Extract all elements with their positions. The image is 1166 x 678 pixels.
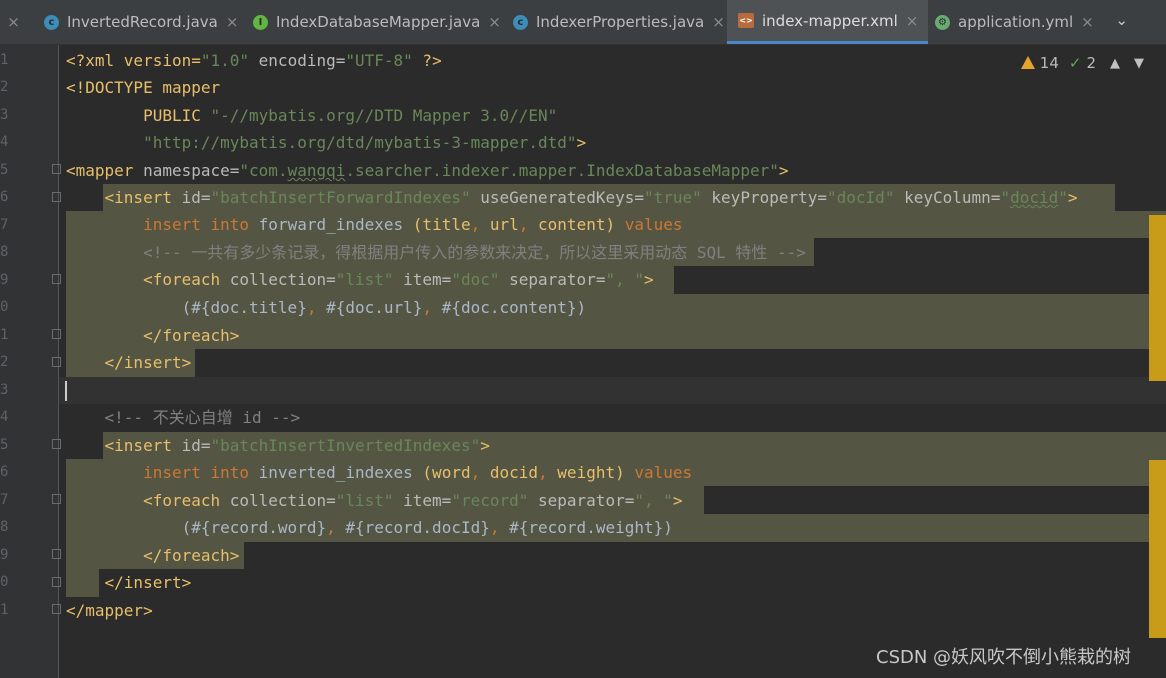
- tab-label: index-mapper.xml: [762, 11, 898, 30]
- xml-file-icon: <>: [738, 13, 754, 28]
- watermark-text: CSDN @妖风吹不倒小熊栽的树: [876, 647, 1132, 668]
- line-number: 1: [0, 602, 9, 618]
- code-editor[interactable]: <?xml version="1.0" encoding="UTF-8" ?> …: [59, 45, 1166, 678]
- code-line-1: <?xml version="1.0" encoding="UTF-8" ?>: [66, 51, 442, 70]
- editor-tab-application-yml[interactable]: ⚙ application.yml ×: [935, 0, 1094, 44]
- code-line-12: </insert>: [104, 353, 192, 372]
- code-line-3: PUBLIC "-//mybatis.org//DTD Mapper 3.0//…: [66, 106, 558, 125]
- warning-count: 14: [1039, 54, 1059, 72]
- warning-icon: [1020, 55, 1035, 69]
- spring-config-icon: ⚙: [935, 14, 950, 30]
- close-icon[interactable]: ×: [488, 13, 501, 31]
- line-number: 8: [0, 519, 9, 535]
- code-line-7: insert into forward_indexes (title, url,…: [143, 215, 683, 234]
- error-stripe-mark[interactable]: [1149, 215, 1166, 381]
- line-number: 8: [0, 244, 9, 260]
- line-number: 7: [0, 217, 9, 233]
- line-number: 2: [0, 354, 9, 370]
- line-number: 0: [0, 299, 9, 315]
- close-icon[interactable]: ×: [7, 13, 20, 31]
- line-number: 9: [0, 272, 9, 288]
- line-number: 2: [0, 79, 9, 95]
- code-line-5: <mapper namespace="com.wangqi.searcher.i…: [66, 161, 789, 180]
- code-line-9: <foreach collection="list" item="doc" se…: [143, 270, 654, 289]
- line-number: 5: [0, 437, 9, 453]
- line-number: 4: [0, 409, 9, 425]
- typo-check-icon: ✓: [1068, 54, 1082, 72]
- error-stripe-mark[interactable]: [1149, 460, 1166, 638]
- code-line-11: </foreach>: [143, 326, 240, 345]
- line-number: 7: [0, 492, 9, 508]
- line-number: 6: [0, 464, 9, 480]
- next-highlight-icon[interactable]: ▼: [1134, 56, 1144, 71]
- code-line-16: insert into inverted_indexes (word, doci…: [143, 463, 693, 482]
- line-number: 3: [0, 382, 9, 398]
- tab-label: IndexDatabaseMapper.java: [276, 13, 481, 31]
- inspection-widget[interactable]: 14 ✓ 2 ▲ ▼: [1020, 54, 1144, 72]
- code-line-19: </foreach>: [143, 546, 240, 565]
- editor-tab-invertedrecord[interactable]: c InvertedRecord.java ×: [44, 0, 238, 44]
- line-number: 4: [0, 134, 9, 150]
- line-number: 3: [0, 107, 9, 123]
- close-icon[interactable]: ×: [712, 13, 725, 31]
- code-line-21: </mapper>: [66, 601, 153, 620]
- code-line-10: (#{doc.title}, #{doc.url}, #{doc.content…: [181, 298, 587, 317]
- editor-gutter: 1 2 3 4 5 6 7 8 9 0 1 2 3 4 5 6 7 8 9 0 …: [0, 45, 59, 678]
- code-line-18: (#{record.word}, #{record.docId}, #{reco…: [181, 518, 673, 537]
- editor-tab-truncated[interactable]: a ×: [0, 0, 20, 44]
- editor-tab-bar: a × c InvertedRecord.java × I IndexDatab…: [0, 0, 1166, 45]
- current-line-highlight: [59, 377, 1166, 404]
- editor-tab-index-mapper-xml[interactable]: <> index-mapper.xml ×: [727, 0, 929, 44]
- line-number: 1: [0, 327, 9, 343]
- code-line-4: "http://mybatis.org/dtd/mybatis-3-mapper…: [143, 133, 587, 152]
- line-number: 5: [0, 162, 9, 178]
- chevron-down-icon[interactable]: ⌄: [1115, 11, 1128, 29]
- code-line-20: </insert>: [104, 573, 192, 592]
- code-line-17: <foreach collection="list" item="record"…: [143, 491, 683, 510]
- code-line-8: <!-- 一共有多少条记录，得根据用户传入的参数来决定，所以这里采用动态 SQL…: [143, 243, 806, 262]
- close-icon[interactable]: ×: [906, 12, 919, 30]
- code-line-15: <insert id="batchInsertInvertedIndexes">: [104, 436, 490, 455]
- close-icon[interactable]: ×: [226, 13, 239, 31]
- editor-tab-indexdatabasemapper[interactable]: I IndexDatabaseMapper.java ×: [253, 0, 501, 44]
- text-caret: [65, 381, 67, 401]
- line-number: 9: [0, 547, 9, 563]
- tab-label: application.yml: [958, 13, 1074, 31]
- code-line-6: <insert id="batchInsertForwardIndexes" u…: [104, 188, 1078, 207]
- interface-icon: I: [253, 14, 268, 30]
- tab-label: IndexerProperties.java: [536, 13, 705, 31]
- line-number: 6: [0, 189, 9, 205]
- code-line-2: <!DOCTYPE mapper: [66, 78, 221, 97]
- close-icon[interactable]: ×: [1081, 13, 1094, 31]
- line-number: 0: [0, 574, 9, 590]
- class-icon: c: [44, 14, 59, 30]
- code-line-14: <!-- 不关心自增 id -->: [104, 408, 301, 427]
- line-number: 1: [0, 52, 9, 68]
- editor-tab-indexerproperties[interactable]: c IndexerProperties.java ×: [513, 0, 725, 44]
- typo-count: 2: [1086, 54, 1096, 72]
- class-icon: c: [513, 14, 528, 30]
- tab-label: InvertedRecord.java: [67, 13, 218, 31]
- previous-highlight-icon[interactable]: ▲: [1110, 56, 1120, 71]
